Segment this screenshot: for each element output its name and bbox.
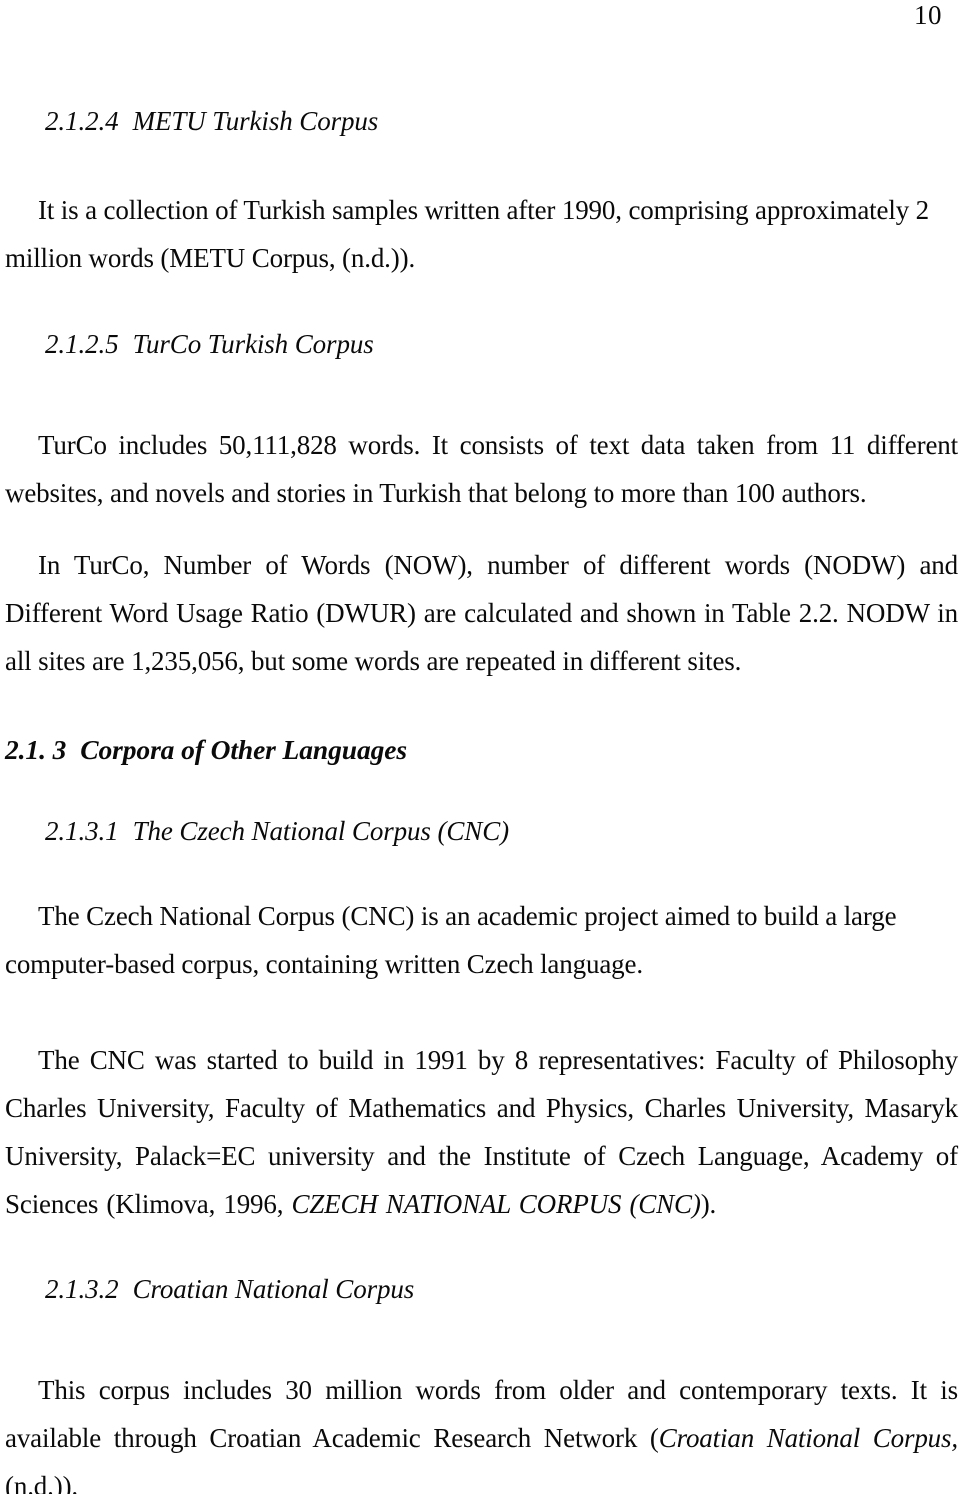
paragraph-turco-1-wrap: TurCo includes 50,111,828 words. It cons…	[5, 421, 958, 517]
heading-2-1-3-1-number: 2.1.3.1	[45, 816, 119, 846]
section-cnc-heading-wrap: 2.1.3.1 The Czech National Corpus (CNC)	[5, 814, 958, 848]
paragraph-cnc-1-wrap: The Czech National Corpus (CNC) is an ac…	[5, 892, 958, 988]
paragraph-cnc-2-tail: ).	[700, 1189, 717, 1219]
heading-2-1-3-2-number: 2.1.3.2	[45, 1274, 119, 1304]
paragraph-cnc-2-citation: CZECH NATIONAL CORPUS (CNC)	[291, 1189, 701, 1219]
paragraph-cnc-2: The CNC was started to build in 1991 by …	[5, 1036, 958, 1228]
paragraph-cnc-2-wrap: The CNC was started to build in 1991 by …	[5, 1036, 958, 1228]
paragraph-croatian-wrap: This corpus includes 30 million words fr…	[5, 1366, 958, 1494]
document-page: 10 2.1.2.4 METU Turkish Corpus It is a co…	[0, 0, 960, 1494]
heading-2-1-3-2: 2.1.3.2 Croatian National Corpus	[5, 1272, 958, 1306]
paragraph-turco-1: TurCo includes 50,111,828 words. It cons…	[5, 430, 958, 508]
section-other-languages-heading-wrap: 2.1. 3 Corpora of Other Languages	[5, 733, 958, 767]
heading-2-1-2-5-title: TurCo Turkish Corpus	[132, 329, 374, 359]
heading-2-1-3-number: 2.1. 3	[5, 734, 67, 765]
paragraph-turco-2-wrap: In TurCo, Number of Words (NOW), number …	[5, 541, 958, 685]
section-turco-heading-wrap: 2.1.2.5 TurCo Turkish Corpus	[5, 327, 958, 361]
heading-2-1-2-5: 2.1.2.5 TurCo Turkish Corpus	[5, 327, 958, 361]
paragraph-croatian: This corpus includes 30 million words fr…	[5, 1366, 958, 1494]
paragraph-metu-wrap: It is a collection of Turkish samples wr…	[5, 186, 958, 282]
heading-2-1-3: 2.1. 3 Corpora of Other Languages	[5, 733, 958, 767]
heading-2-1-2-4-title: METU Turkish Corpus	[132, 106, 379, 136]
page-number: 10	[914, 0, 942, 30]
heading-2-1-2-4: 2.1.2.4 METU Turkish Corpus	[5, 104, 958, 138]
heading-2-1-2-5-number: 2.1.2.5	[45, 329, 119, 359]
section-metu-heading-wrap: 2.1.2.4 METU Turkish Corpus	[5, 104, 958, 138]
heading-2-1-2-4-number: 2.1.2.4	[45, 106, 119, 136]
paragraph-croatian-tail: (n.d.)).	[5, 1471, 79, 1494]
paragraph-cnc-1: The Czech National Corpus (CNC) is an ac…	[5, 901, 897, 979]
paragraph-turco-2: In TurCo, Number of Words (NOW), number …	[5, 550, 958, 676]
paragraph-croatian-citation: Croatian National Corpus,	[658, 1423, 958, 1453]
heading-2-1-3-1-title: The Czech National Corpus (CNC)	[132, 816, 510, 846]
section-croatian-heading-wrap: 2.1.3.2 Croatian National Corpus	[5, 1272, 958, 1306]
paragraph-metu: It is a collection of Turkish samples wr…	[5, 195, 929, 273]
heading-2-1-3-title: Corpora of Other Languages	[80, 734, 407, 765]
heading-2-1-3-2-title: Croatian National Corpus	[132, 1274, 415, 1304]
heading-2-1-3-1: 2.1.3.1 The Czech National Corpus (CNC)	[5, 814, 958, 848]
